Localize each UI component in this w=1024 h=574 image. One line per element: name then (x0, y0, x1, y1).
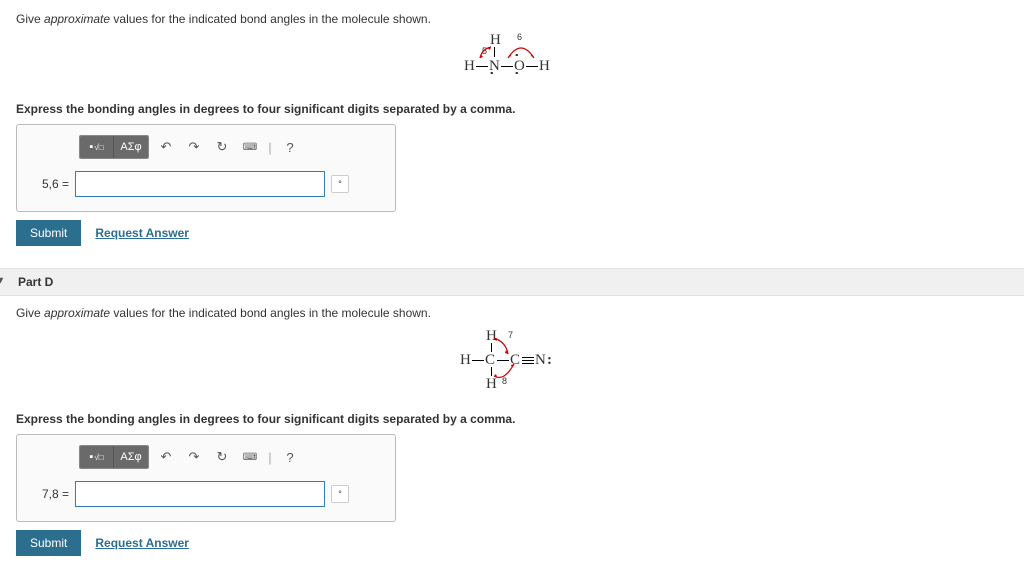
keyboard-button-d[interactable]: ⌨ (239, 446, 261, 468)
undo-button[interactable]: ↶ (155, 136, 177, 158)
instr-d-pre: Give (16, 306, 44, 320)
answer-input-d[interactable] (75, 481, 325, 507)
bond-no (501, 66, 513, 67)
instr-d-em: approximate (44, 306, 110, 320)
angle-label-8: 8 (502, 376, 507, 386)
d-bond-cc (497, 360, 509, 361)
caret-icon: ▾ (0, 275, 3, 286)
molecule-c: H 5 6 H N •• O •• •• H (442, 36, 582, 84)
toolbar-separator-d: | (267, 446, 273, 468)
templates-icon: ▪ (89, 141, 93, 153)
molecule-d: H 7 H C C N : 8 H (442, 330, 582, 394)
atom-h-left: H (464, 58, 475, 75)
tool-group-c: ▪√□ ΑΣφ (79, 135, 149, 159)
sqrt-icon-d: √□ (94, 453, 103, 462)
part-d-header[interactable]: ▾ Part D (0, 268, 1024, 296)
undo-button-d[interactable]: ↶ (155, 446, 177, 468)
templates-button[interactable]: ▪√□ (80, 136, 114, 158)
greek-button[interactable]: ΑΣφ (114, 136, 148, 158)
redo-button-d[interactable]: ↷ (183, 446, 205, 468)
var-label-c: 5,6 = (29, 177, 69, 191)
d-bond-cn-3 (522, 363, 534, 364)
submit-row-d: Submit Request Answer (16, 530, 1008, 556)
atom-h-right: H (539, 58, 550, 75)
toolbar-d: ▪√□ ΑΣφ ↶ ↷ ↻ ⌨ | ? (79, 445, 383, 469)
answer-box-d: ▪√□ ΑΣφ ↶ ↷ ↻ ⌨ | ? 7,8 = ° (16, 434, 396, 522)
unit-degree-c: ° (331, 175, 349, 193)
redo-button[interactable]: ↷ (183, 136, 205, 158)
unit-degree-d: ° (331, 485, 349, 503)
toolbar-c: ▪√□ ΑΣφ ↶ ↷ ↻ ⌨ | ? (79, 135, 383, 159)
toolbar-separator: | (267, 136, 273, 158)
var-label-d: 7,8 = (29, 487, 69, 501)
input-row-d: 7,8 = ° (29, 481, 383, 507)
input-row-c: 5,6 = ° (29, 171, 383, 197)
greek-button-d[interactable]: ΑΣφ (114, 446, 148, 468)
d-bond-ch-bot (491, 367, 492, 376)
d-atom-h-bot: H (486, 376, 497, 393)
answer-box-c: ▪√□ ΑΣφ ↶ ↷ ↻ ⌨ | ? 5,6 = ° (16, 124, 396, 212)
instr-c-pre: Give (16, 12, 44, 26)
help-button[interactable]: ? (279, 136, 301, 158)
sqrt-icon: √□ (94, 143, 103, 152)
instr-c-em: approximate (44, 12, 110, 26)
request-answer-link-d[interactable]: Request Answer (95, 536, 189, 550)
reset-button[interactable]: ↻ (211, 136, 233, 158)
submit-button-c[interactable]: Submit (16, 220, 81, 246)
bond-oh (526, 66, 538, 67)
submit-row-c: Submit Request Answer (16, 220, 1008, 246)
answer-input-c[interactable] (75, 171, 325, 197)
d-bond-hc (472, 360, 484, 361)
d-bond-cn-2 (522, 360, 534, 361)
request-answer-link-c[interactable]: Request Answer (95, 226, 189, 240)
d-lonepair-n: : (547, 352, 552, 369)
submit-button-d[interactable]: Submit (16, 530, 81, 556)
tool-group-d: ▪√□ ΑΣφ (79, 445, 149, 469)
instr-c-suf: values for the indicated bond angles in … (110, 12, 431, 26)
bond-hn (476, 66, 488, 67)
d-atom-n: N (535, 352, 546, 369)
express-d: Express the bonding angles in degrees to… (16, 412, 1008, 426)
reset-button-d[interactable]: ↻ (211, 446, 233, 468)
express-c: Express the bonding angles in degrees to… (16, 102, 1008, 116)
molecule-d-area: H 7 H C C N : 8 H (16, 330, 1008, 394)
d-bond-cn-1 (522, 357, 534, 358)
d-atom-h-left: H (460, 352, 471, 369)
part-d-title: Part D (18, 275, 53, 289)
lonepair-o-top: •• (515, 51, 517, 60)
templates-button-d[interactable]: ▪√□ (80, 446, 114, 468)
instruction-part-c: Give approximate values for the indicate… (16, 12, 1008, 26)
lonepair-n: •• (490, 69, 492, 78)
help-button-d[interactable]: ? (279, 446, 301, 468)
keyboard-button[interactable]: ⌨ (239, 136, 261, 158)
molecule-c-area: H 5 6 H N •• O •• •• H (16, 36, 1008, 84)
instr-d-suf: values for the indicated bond angles in … (110, 306, 431, 320)
instruction-part-d: Give approximate values for the indicate… (16, 306, 1008, 320)
lonepair-o-bot: •• (515, 69, 517, 78)
templates-icon-d: ▪ (89, 451, 93, 463)
